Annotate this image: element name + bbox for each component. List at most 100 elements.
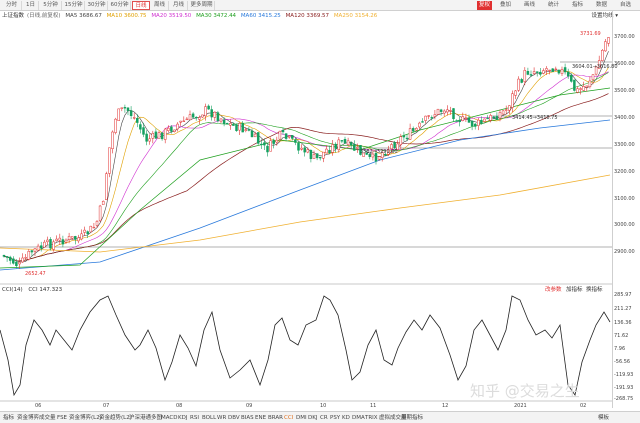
candle-body xyxy=(442,110,446,114)
indicator-tab[interactable]: 指标 xyxy=(3,413,14,423)
candle-body xyxy=(573,79,576,91)
candle-body xyxy=(591,74,595,81)
candle-body xyxy=(24,257,27,259)
candle-body xyxy=(315,153,319,159)
date-tick: 07 xyxy=(103,403,110,409)
indicator-tab[interactable]: BOLL xyxy=(202,413,216,423)
candle-body xyxy=(418,122,421,128)
indicator-tab[interactable]: ENE xyxy=(255,413,266,423)
candle-body xyxy=(331,144,334,153)
indicator-tab[interactable]: CCI xyxy=(284,413,293,423)
template-tab[interactable]: 模板 xyxy=(598,413,609,423)
indicator-tab[interactable]: 沪深港通多图 xyxy=(129,413,162,423)
candle-body xyxy=(489,115,492,121)
indicator-tab[interactable]: MACD xyxy=(161,413,178,423)
candle-body xyxy=(297,142,300,151)
candle-body xyxy=(430,117,434,119)
candle-body xyxy=(275,139,279,143)
candle-body xyxy=(446,109,449,113)
kline-chart[interactable] xyxy=(0,0,640,423)
candle-body xyxy=(108,147,111,174)
candle-body xyxy=(105,173,108,200)
indicator-tab[interactable]: WR xyxy=(217,413,226,423)
candle-body xyxy=(576,88,579,93)
candle-body xyxy=(27,251,31,260)
candle-body xyxy=(529,74,533,76)
indicator-tab[interactable]: DBV xyxy=(228,413,240,423)
add-indicator-button[interactable]: 加指标 xyxy=(566,286,583,294)
indicator-tab[interactable]: DKJ xyxy=(308,413,317,423)
candle-body xyxy=(557,69,561,74)
indicator-tab[interactable]: TRIX xyxy=(365,413,378,423)
indicator-tab[interactable]: 资金博弈 xyxy=(17,413,39,423)
indicator-tab[interactable]: PSY xyxy=(330,413,340,423)
candle-body xyxy=(325,148,328,154)
candle-body xyxy=(250,130,254,138)
candle-body xyxy=(520,79,523,83)
price-tick: 3700.00 xyxy=(614,34,635,40)
candle-body xyxy=(182,120,186,122)
cci-tick: 211.27 xyxy=(614,306,632,312)
candle-body xyxy=(461,116,465,121)
candle-body xyxy=(33,248,37,252)
indicator-tab[interactable]: CR xyxy=(320,413,328,423)
candle-body xyxy=(77,237,80,242)
candle-body xyxy=(312,154,316,159)
candle-body xyxy=(343,139,347,144)
candle-body xyxy=(281,130,285,133)
indicator-tab[interactable]: 周期指标 xyxy=(401,413,423,423)
change-params-button[interactable]: 改参数 xyxy=(545,286,562,294)
indicator-tab[interactable]: 资金趋势(L2) xyxy=(99,413,132,423)
indicator-tab[interactable]: FSE xyxy=(57,413,67,423)
candle-body xyxy=(170,126,173,132)
candle-body xyxy=(194,116,198,119)
candle-body xyxy=(455,120,458,122)
candle-body xyxy=(12,258,15,264)
candle-body xyxy=(136,117,139,123)
candle-body xyxy=(427,115,430,117)
candle-body xyxy=(393,142,396,148)
candle-body xyxy=(263,142,266,146)
candle-body xyxy=(235,124,238,131)
indicator-tab[interactable]: BIAS xyxy=(241,413,254,423)
candle-body xyxy=(511,93,514,108)
candle-body xyxy=(539,71,542,75)
indicator-tab[interactable]: DMA xyxy=(352,413,365,423)
candle-body xyxy=(269,140,272,152)
candle-body xyxy=(356,147,359,149)
indicator-tab[interactable]: DMI xyxy=(296,413,307,423)
candle-body xyxy=(198,117,201,120)
candle-body xyxy=(278,130,282,140)
candle-body xyxy=(495,116,499,120)
cci-tick: -268.75 xyxy=(614,396,634,402)
candle-body xyxy=(58,237,62,241)
candle-body xyxy=(191,113,195,118)
cci-tick: -119.93 xyxy=(614,372,634,378)
date-tick: 11 xyxy=(370,403,377,409)
indicator-tab[interactable]: BRAR xyxy=(268,413,283,423)
indicator-tab[interactable]: RSI xyxy=(190,413,199,423)
candle-body xyxy=(340,140,344,142)
cci-tick: 7.96 xyxy=(614,346,626,352)
indicator-tab[interactable]: KDJ xyxy=(178,413,187,423)
candle-body xyxy=(52,241,55,250)
candle-body xyxy=(247,129,251,131)
switch-indicator-button[interactable]: 换指标 xyxy=(586,286,603,294)
indicator-tab[interactable]: 资金博弈(L2) xyxy=(69,413,102,423)
candle-body xyxy=(154,131,158,139)
candle-body xyxy=(139,124,142,130)
date-tick: 09 xyxy=(246,403,253,409)
indicator-tab[interactable]: 成交量 xyxy=(39,413,56,423)
candle-body xyxy=(486,117,489,120)
candle-body xyxy=(15,261,18,267)
price-tick: 3000.00 xyxy=(614,222,635,228)
candle-body xyxy=(43,241,46,248)
date-tick: 2021 xyxy=(514,403,527,409)
indicator-tab[interactable]: KD xyxy=(342,413,350,423)
candle-body xyxy=(588,80,592,88)
candle-body xyxy=(399,136,403,145)
candle-body xyxy=(30,250,34,253)
candle-body xyxy=(142,127,145,135)
candle-body xyxy=(67,236,71,240)
candle-body xyxy=(111,131,114,149)
